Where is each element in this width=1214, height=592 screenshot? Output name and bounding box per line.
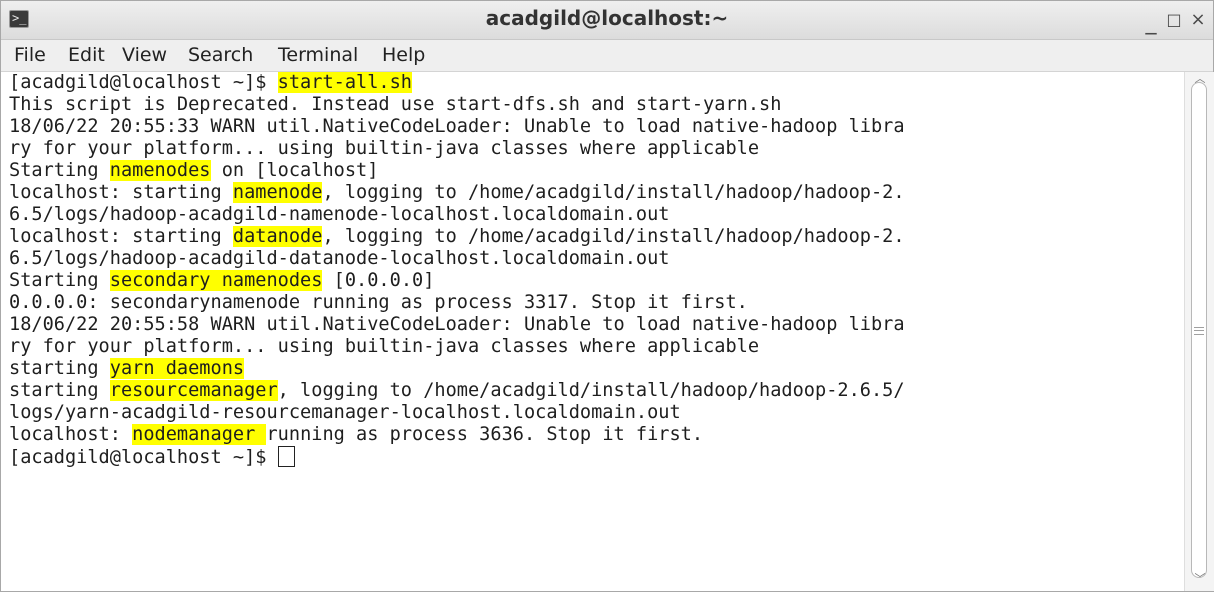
minimize-button[interactable]: _ (1139, 5, 1163, 35)
terminal-line: ry for your platform... using builtin-ja… (9, 336, 759, 358)
terminal-text: ry for your platform... using builtin-ja… (9, 336, 760, 357)
terminal-text: 18/06/22 20:55:33 WARN util.NativeCodeLo… (9, 116, 905, 137)
vertical-scrollbar[interactable]: ︿ ﹀ (1184, 72, 1214, 591)
terminal-line: logs/yarn-acadgild-resourcemanager-local… (9, 402, 681, 424)
menu-view[interactable]: View (122, 40, 167, 71)
terminal-text: , logging to /home/acadgild/install/hado… (277, 380, 905, 401)
grip-icon (1194, 327, 1204, 335)
terminal-line: localhost: starting datanode, logging to… (9, 226, 905, 248)
terminal-line: Starting secondary namenodes [0.0.0.0] (9, 270, 434, 292)
title-bar[interactable]: >_ acadgild@localhost:~ _ □ × (1, 1, 1213, 40)
terminal-text: , logging to /home/acadgild/install/hado… (322, 182, 905, 203)
terminal-line: 6.5/logs/hadoop-acadgild-namenode-localh… (9, 204, 669, 226)
terminal-line: Starting namenodes on [localhost] (9, 160, 378, 182)
terminal-text: starting (9, 358, 110, 379)
menu-help[interactable]: Help (382, 40, 425, 71)
terminal-text: 6.5/logs/hadoop-acadgild-namenode-localh… (9, 204, 670, 225)
highlighted-text: resourcemanager (109, 380, 278, 401)
terminal-line: ry for your platform... using builtin-ja… (9, 138, 759, 160)
highlighted-text: datanode (232, 226, 323, 247)
terminal-text: localhost: (9, 424, 133, 445)
close-button[interactable]: × (1186, 5, 1210, 35)
terminal-output[interactable]: [acadgild@localhost ~]$ start-all.sh This… (1, 72, 1183, 591)
terminal-line: localhost: starting namenode, logging to… (9, 182, 905, 204)
terminal-window: >_ acadgild@localhost:~ _ □ × File Edit … (0, 0, 1214, 592)
terminal-line: 0.0.0.0: secondarynamenode running as pr… (9, 292, 748, 314)
highlighted-text: namenode (232, 182, 323, 203)
terminal-text: localhost: starting (9, 226, 233, 247)
menu-bar: File Edit View Search Terminal Help (1, 40, 1213, 72)
highlighted-text: yarn daemons (109, 358, 245, 379)
terminal-text: logs/yarn-acadgild-resourcemanager-local… (9, 402, 681, 423)
menu-file[interactable]: File (14, 40, 46, 71)
terminal-line: localhost: nodemanager running as proces… (9, 424, 703, 446)
terminal-line: [acadgild@localhost ~]$ start-all.sh (9, 72, 413, 94)
highlighted-text: secondary namenodes (109, 270, 323, 291)
terminal-line: This script is Deprecated. Instead use s… (9, 94, 781, 116)
terminal-text: Starting (9, 160, 110, 181)
menu-edit[interactable]: Edit (68, 40, 105, 71)
terminal-text: , logging to /home/acadgild/install/hado… (322, 226, 905, 247)
terminal-text: Starting (9, 270, 110, 291)
terminal-line: 18/06/22 20:55:33 WARN util.NativeCodeLo… (9, 116, 905, 138)
terminal-text: [acadgild@localhost ~]$ (9, 72, 278, 93)
terminal-text: [acadgild@localhost ~]$ (9, 447, 278, 468)
window-title: acadgild@localhost:~ (485, 6, 729, 30)
terminal-line: 18/06/22 20:55:58 WARN util.NativeCodeLo… (9, 314, 905, 336)
highlighted-text: namenodes (109, 160, 211, 181)
terminal-text: ry for your platform... using builtin-ja… (9, 138, 760, 159)
terminal-text: 0.0.0.0: secondarynamenode running as pr… (9, 292, 748, 313)
terminal-text: [0.0.0.0] (322, 270, 435, 291)
terminal-text: on [localhost] (210, 160, 379, 181)
highlighted-text: nodemanager (132, 424, 267, 445)
terminal-text: localhost: starting (9, 182, 233, 203)
terminal-text: starting (9, 380, 110, 401)
scrollbar-thumb[interactable] (1191, 82, 1207, 578)
terminal-text: 18/06/22 20:55:58 WARN util.NativeCodeLo… (9, 314, 905, 335)
terminal-line: starting yarn daemons (9, 358, 245, 380)
terminal-text: running as process 3636. Stop it first. (266, 424, 704, 445)
terminal-text: 6.5/logs/hadoop-acadgild-datanode-localh… (9, 248, 670, 269)
terminal-text: This script is Deprecated. Instead use s… (9, 94, 782, 115)
maximize-button[interactable]: □ (1162, 5, 1186, 35)
terminal-line: 6.5/logs/hadoop-acadgild-datanode-localh… (9, 248, 669, 270)
terminal-line: starting resourcemanager, logging to /ho… (9, 380, 905, 402)
menu-terminal[interactable]: Terminal (278, 40, 358, 71)
scroll-down-arrow-icon[interactable]: ﹀ (1192, 572, 1208, 586)
terminal-line: [acadgild@localhost ~]$ (9, 446, 295, 468)
highlighted-text: start-all.sh (277, 72, 413, 93)
text-cursor (277, 446, 295, 467)
menu-search[interactable]: Search (188, 40, 253, 71)
